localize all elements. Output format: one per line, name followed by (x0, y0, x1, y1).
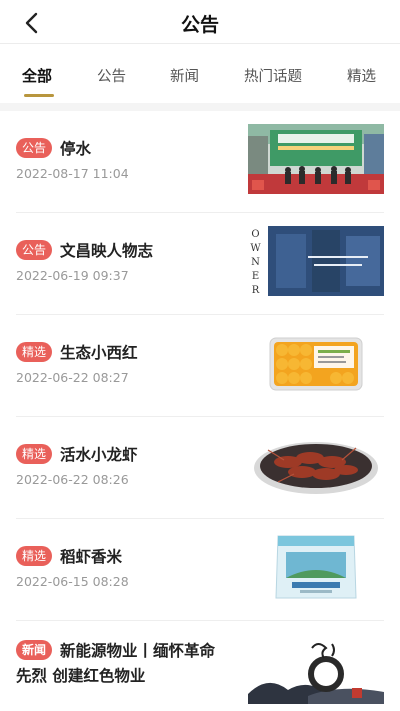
list-item[interactable]: 新闻 新能源物业丨缅怀革命先烈 创建红色物业 (16, 621, 384, 711)
category-tabs: 全部 公告 新闻 热门话题 精选 (0, 48, 400, 102)
active-tab-indicator (24, 94, 54, 97)
list-item[interactable]: 精选 活水小龙虾 2022-06-22 08:26 (16, 417, 384, 519)
tab-news[interactable]: 新闻 (170, 65, 199, 86)
item-date: 2022-06-22 08:27 (16, 370, 129, 385)
owner-caption: OWNER (250, 229, 264, 296)
item-header: 公告 停水 (16, 137, 244, 159)
ink-painting-photo-icon (248, 634, 384, 704)
category-badge: 精选 (16, 444, 53, 464)
list-item[interactable]: 精选 生态小西红 2022-06-22 08:27 (16, 315, 384, 417)
item-header: 精选 生态小西红 (16, 341, 244, 363)
cherry-tomato-box-photo-icon (248, 328, 384, 398)
tab-announcement[interactable]: 公告 (97, 65, 126, 86)
storefront-photo-icon (248, 124, 384, 194)
list-item[interactable]: 公告 停水 2022-08-17 11:04 (16, 111, 384, 213)
item-date: 2022-06-15 08:28 (16, 574, 129, 589)
list-item[interactable]: 公告 文昌映人物志 2022-06-19 09:37 OWNER (16, 213, 384, 315)
item-title: 稻虾香米 (60, 548, 123, 566)
item-title-block: 新闻 新能源物业丨缅怀革命先烈 创建红色物业 (16, 639, 221, 689)
section-divider (0, 103, 400, 111)
owner-magazine-photo-icon: OWNER (248, 226, 384, 296)
category-badge: 公告 (16, 240, 53, 260)
crayfish-plate-photo-icon (248, 430, 384, 500)
item-title: 生态小西红 (60, 344, 138, 362)
item-header: 精选 活水小龙虾 (16, 443, 244, 465)
item-header: 精选 稻虾香米 (16, 545, 244, 567)
category-badge: 精选 (16, 546, 53, 566)
list-item[interactable]: 精选 稻虾香米 2022-06-15 08:28 (16, 519, 384, 621)
item-title: 停水 (60, 140, 92, 158)
category-badge: 新闻 (16, 640, 53, 660)
item-title: 活水小龙虾 (60, 446, 138, 464)
tab-featured[interactable]: 精选 (347, 65, 376, 86)
tab-all[interactable]: 全部 (22, 65, 52, 86)
item-date: 2022-08-17 11:04 (16, 166, 129, 181)
item-title: 文昌映人物志 (60, 242, 154, 260)
rice-bag-photo-icon (248, 532, 384, 602)
tab-hot-topics[interactable]: 热门话题 (244, 65, 302, 86)
item-date: 2022-06-22 08:26 (16, 472, 129, 487)
page-title: 公告 (180, 14, 219, 36)
category-badge: 公告 (16, 138, 53, 158)
item-header: 公告 文昌映人物志 (16, 239, 244, 261)
item-date: 2022-06-19 09:37 (16, 268, 129, 283)
top-bar: 公告 (0, 0, 400, 44)
category-badge: 精选 (16, 342, 53, 362)
